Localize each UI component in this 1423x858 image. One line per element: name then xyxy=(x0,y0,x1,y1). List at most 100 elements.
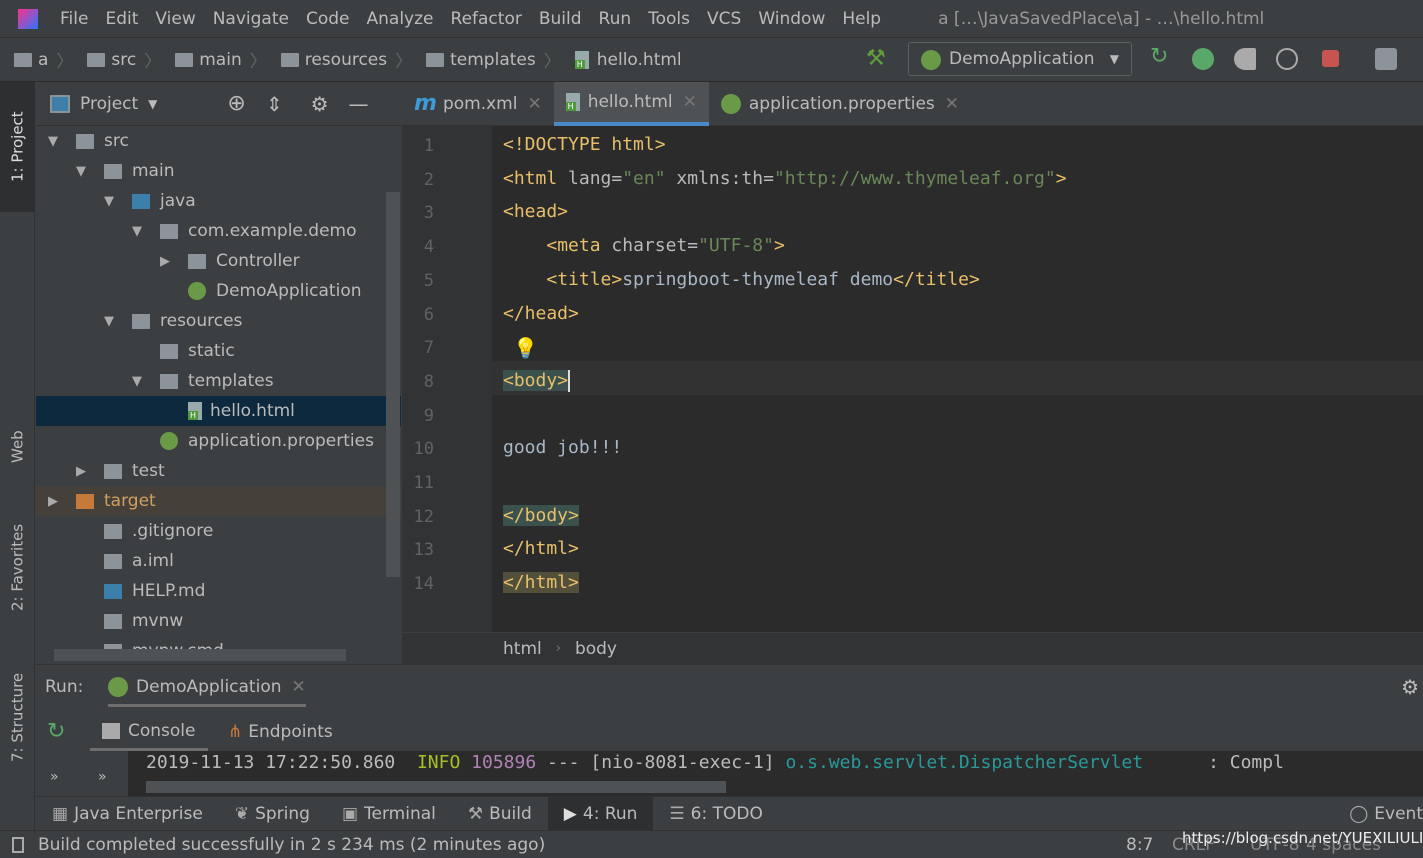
tree-item[interactable]: ▼ src xyxy=(36,126,401,156)
collapse-all-icon[interactable]: ⇕ xyxy=(266,92,283,116)
chevron-down-icon[interactable]: ▼ xyxy=(148,97,157,111)
close-icon[interactable]: ✕ xyxy=(683,92,697,112)
run-config-dropdown[interactable]: DemoApplication ▼ xyxy=(908,42,1132,76)
code-line[interactable]: </body> xyxy=(503,499,579,533)
close-icon[interactable]: ✕ xyxy=(292,677,306,704)
tab-hello-html[interactable]: hello.html ✕ xyxy=(553,81,709,126)
breadcrumb-item[interactable]: templates 〉 xyxy=(426,47,561,72)
menu-vcs[interactable]: VCS xyxy=(707,9,741,29)
close-icon[interactable]: ✕ xyxy=(945,94,959,114)
code-line[interactable]: <title>springboot-thymeleaf demo</title> xyxy=(503,263,980,297)
toolwindow-build[interactable]: ⚒ Build xyxy=(452,797,548,831)
console-tab[interactable]: Console xyxy=(90,713,208,751)
tab-web[interactable]: Web xyxy=(0,407,35,487)
hide-icon[interactable]: — xyxy=(349,92,369,116)
tree-item[interactable]: application.properties xyxy=(36,426,401,456)
code-line[interactable]: <head> xyxy=(503,195,568,229)
breadcrumb-html[interactable]: html xyxy=(503,639,542,659)
build-hammer-icon[interactable]: ⚒ xyxy=(866,46,886,71)
toolwindow-terminal[interactable]: ▣ Terminal xyxy=(326,797,452,831)
breadcrumb-item[interactable]: hello.html xyxy=(574,47,682,72)
more-icon[interactable]: » xyxy=(98,769,107,785)
tree-item[interactable]: .gitignore xyxy=(36,516,401,546)
toolwindow-todo[interactable]: ☰ 6: TODO xyxy=(653,797,778,831)
tree-item[interactable]: ▼ templates xyxy=(36,366,401,396)
collapsed-arrow-icon[interactable]: ▶ xyxy=(76,464,90,479)
code-line[interactable]: <body> xyxy=(503,364,571,398)
code-line[interactable]: </head> xyxy=(503,297,579,331)
horizontal-scrollbar[interactable] xyxy=(54,649,346,661)
rerun-icon[interactable]: ↻ xyxy=(1150,44,1172,69)
tab-application-properties[interactable]: application.properties ✕ xyxy=(709,82,971,126)
lightbulb-icon[interactable]: 💡 xyxy=(513,336,538,360)
menu-window[interactable]: Window xyxy=(758,9,825,29)
console-output[interactable]: 2019-11-13 17:22:50.860 INFO 105896 --- … xyxy=(128,751,1423,797)
gear-icon[interactable]: ⚙ xyxy=(311,92,329,116)
editor[interactable]: mpom.xml✕hello.html✕application.properti… xyxy=(402,81,1423,664)
stop-icon[interactable] xyxy=(1322,50,1339,67)
tree-item[interactable]: ▼ java xyxy=(36,186,401,216)
caret-position[interactable]: 8:7 xyxy=(1126,835,1153,855)
project-structure-icon[interactable] xyxy=(1375,48,1397,70)
menu-view[interactable]: View xyxy=(155,9,195,29)
expanded-arrow-icon[interactable]: ▼ xyxy=(104,314,118,329)
tree-item[interactable]: ▼ resources xyxy=(36,306,401,336)
menu-refactor[interactable]: Refactor xyxy=(451,9,522,29)
toolwindow-spring[interactable]: ❦ Spring xyxy=(219,797,326,831)
breadcrumb-body[interactable]: body xyxy=(575,639,617,659)
breadcrumb-item[interactable]: a 〉 xyxy=(14,47,73,72)
tree-item[interactable]: a.iml xyxy=(36,546,401,576)
menu-file[interactable]: File xyxy=(60,9,88,29)
menu-build[interactable]: Build xyxy=(539,9,582,29)
toolwindow-run[interactable]: ▶ 4: Run xyxy=(547,796,654,831)
collapsed-arrow-icon[interactable]: ▶ xyxy=(160,254,174,269)
expanded-arrow-icon[interactable]: ▼ xyxy=(76,164,90,179)
collapsed-arrow-icon[interactable]: ▶ xyxy=(48,494,62,509)
close-icon[interactable]: ✕ xyxy=(527,94,541,114)
profile-icon[interactable] xyxy=(1276,48,1298,70)
code-line[interactable]: </html> xyxy=(503,532,579,566)
menu-code[interactable]: Code xyxy=(306,9,350,29)
debug-icon[interactable] xyxy=(1192,48,1214,70)
tree-item[interactable]: DemoApplication xyxy=(36,276,401,306)
tab-project[interactable]: 1: Project xyxy=(0,82,35,212)
tree-item[interactable]: mvnw xyxy=(36,606,401,636)
coverage-icon[interactable] xyxy=(1234,48,1256,70)
tree-item[interactable]: static xyxy=(36,336,401,366)
breadcrumb-item[interactable]: src 〉 xyxy=(87,47,161,72)
menu-analyze[interactable]: Analyze xyxy=(367,9,434,29)
code-line[interactable]: <html lang="en" xmlns:th="http://www.thy… xyxy=(503,162,1067,196)
code-line[interactable]: <meta charset="UTF-8"> xyxy=(503,229,784,263)
tree-item[interactable]: ▼ main xyxy=(36,156,401,186)
horizontal-scrollbar[interactable] xyxy=(146,781,726,793)
code-line[interactable]: <!DOCTYPE html> xyxy=(503,128,666,162)
breadcrumb-item[interactable]: main 〉 xyxy=(175,47,267,72)
menu-tools[interactable]: Tools xyxy=(648,9,690,29)
tree-item[interactable]: ▶ test xyxy=(36,456,401,486)
locate-icon[interactable]: ⊕ xyxy=(227,91,245,116)
tree-item[interactable]: HELP.md xyxy=(36,576,401,606)
tree-item[interactable]: ▼ com.example.demo xyxy=(36,216,401,246)
tree-item[interactable]: hello.html xyxy=(36,396,401,426)
run-tab-demoapplication[interactable]: DemoApplication ✕ xyxy=(108,669,306,707)
more-icon[interactable]: » xyxy=(50,769,59,785)
rerun-icon[interactable]: ↻ xyxy=(47,719,65,744)
vertical-scrollbar[interactable] xyxy=(386,192,400,577)
expanded-arrow-icon[interactable]: ▼ xyxy=(48,134,62,149)
menu-help[interactable]: Help xyxy=(842,9,881,29)
code-line[interactable]: </html> xyxy=(503,566,579,600)
project-view-selector[interactable]: Project xyxy=(80,94,138,114)
endpoints-tab[interactable]: ⋔ Endpoints xyxy=(228,713,333,751)
expanded-arrow-icon[interactable]: ▼ xyxy=(132,374,146,389)
gear-icon[interactable]: ⚙ xyxy=(1401,675,1419,699)
toolwindow-event-log[interactable]: ◯ Event xyxy=(1333,797,1423,831)
tree-item[interactable]: ▶ Controller xyxy=(36,246,401,276)
expanded-arrow-icon[interactable]: ▼ xyxy=(104,194,118,209)
breadcrumb-item[interactable]: resources 〉 xyxy=(280,47,412,72)
menu-navigate[interactable]: Navigate xyxy=(213,9,289,29)
menu-edit[interactable]: Edit xyxy=(105,9,138,29)
expanded-arrow-icon[interactable]: ▼ xyxy=(132,224,146,239)
tab-structure[interactable]: 7: Structure xyxy=(0,652,35,782)
toolwindow-java-enterprise[interactable]: ▦ Java Enterprise xyxy=(36,797,219,831)
toggle-tool-windows-icon[interactable] xyxy=(12,836,24,853)
